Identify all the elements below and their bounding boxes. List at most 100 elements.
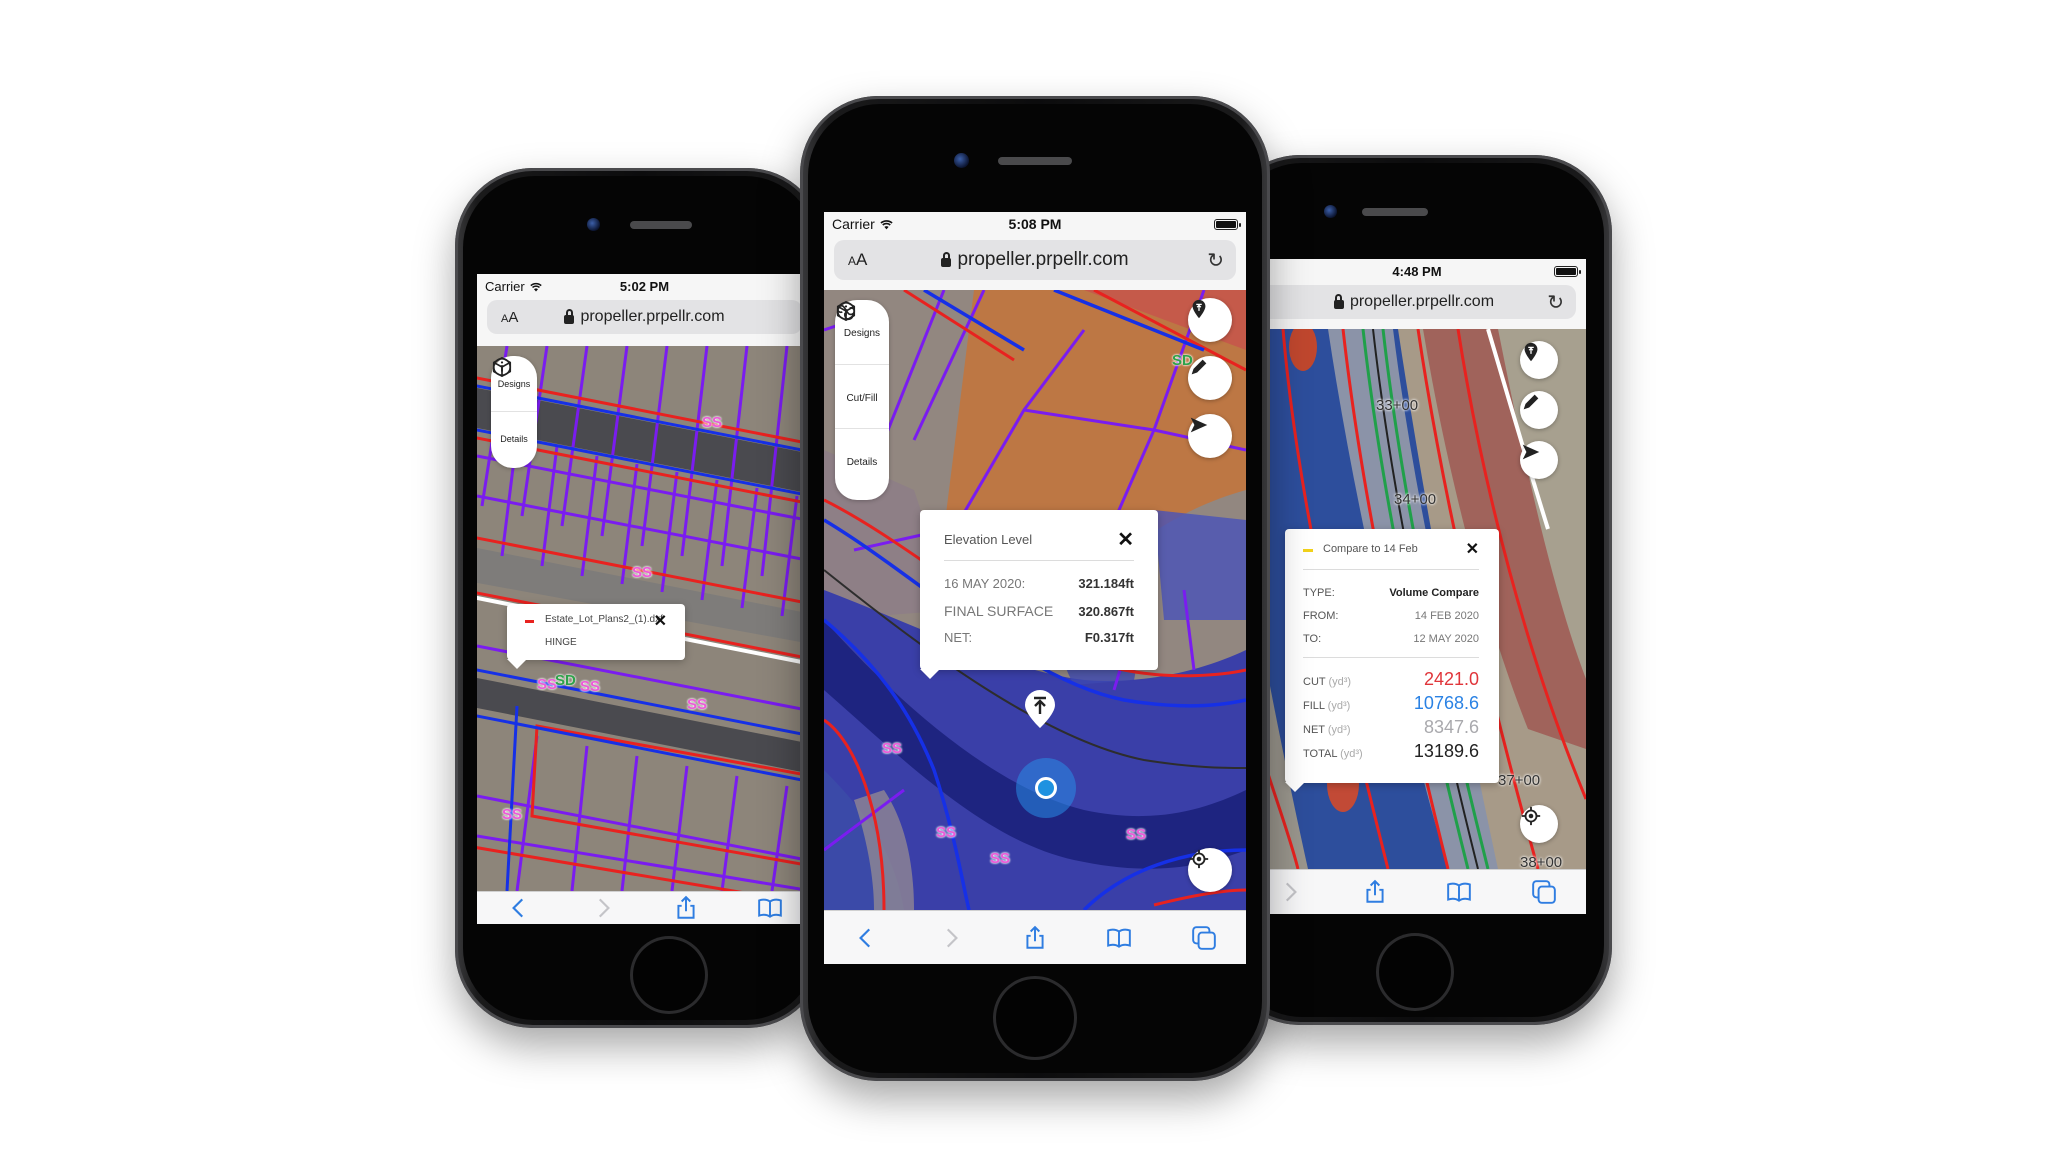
info-rows: TYPE: Volume Compare FROM: 14 FEB 2020 TO:… (1303, 587, 1479, 656)
compare-color-swatch (1303, 549, 1313, 552)
locate-me-button[interactable] (1188, 848, 1232, 892)
forward-button[interactable] (588, 893, 618, 923)
close-popup-button[interactable]: ✕ (654, 614, 667, 630)
reload-button[interactable]: ↻ (1547, 290, 1564, 315)
lock-icon (1333, 293, 1344, 309)
earpiece-speaker (1362, 208, 1428, 216)
user-location-dot (1035, 777, 1057, 799)
station-label: 34+00 (1394, 491, 1437, 508)
share-button[interactable] (671, 893, 701, 923)
reload-button[interactable]: ↻ (1207, 248, 1224, 273)
url-text: propeller.prpellr.com (580, 308, 725, 325)
left-screen: Carrier 5:02 PM AA propeller.prpellr.com (477, 274, 812, 924)
share-button[interactable] (1360, 877, 1390, 907)
safari-toolbar (477, 891, 812, 924)
front-camera (954, 153, 969, 168)
popup-title: Compare to 14 Feb (1323, 543, 1418, 555)
status-time: 5:08 PM (1008, 216, 1062, 232)
status-bar: Carrier 5:02 PM (477, 274, 812, 298)
map-label-ss: SS (580, 678, 601, 695)
chevron-right-icon (598, 898, 610, 918)
station-label: 38+00 (1520, 854, 1563, 869)
details-button[interactable]: Details (491, 357, 537, 466)
send-button[interactable] (1520, 441, 1558, 479)
cut-fill-label: Cut/Fill (846, 392, 878, 404)
map-pin-icon (1524, 342, 1538, 362)
right-screen: 4:48 PM propeller.prpellr.com ↻ 33+00 34… (1248, 259, 1586, 914)
home-button[interactable] (993, 976, 1077, 1060)
cut-fill-button[interactable]: Cut/Fill (835, 304, 889, 428)
phone-left: Carrier 5:02 PM AA propeller.prpellr.com (455, 168, 825, 1028)
locate-me-button[interactable] (1520, 805, 1558, 843)
text-size-button[interactable]: AA (848, 250, 867, 270)
bookmarks-button[interactable] (1104, 923, 1134, 953)
designs-label: Designs (497, 378, 531, 389)
elevation-marker-pin[interactable] (1023, 688, 1057, 730)
battery-icon (1214, 218, 1241, 230)
status-bar: 4:48 PM (1248, 259, 1586, 283)
bookmarks-button[interactable] (755, 893, 785, 923)
share-icon (1026, 925, 1044, 949)
back-button[interactable] (504, 893, 534, 923)
add-marker-button[interactable] (1520, 341, 1558, 379)
url-text: propeller.prpellr.com (957, 249, 1129, 270)
back-button[interactable] (851, 923, 881, 953)
send-icon (1522, 444, 1540, 460)
battery-icon (1554, 265, 1581, 277)
bookmarks-button[interactable] (1444, 877, 1474, 907)
url-bar[interactable]: AA propeller.prpellr.com ↻ (834, 240, 1236, 280)
add-marker-button[interactable] (1188, 298, 1232, 342)
info-icon (492, 357, 512, 377)
details-label: Details (846, 456, 878, 468)
popup-file-name: Estate_Lot_Plans2_(1).dxf (545, 614, 663, 625)
popup-layer-name: HINGE (545, 637, 577, 648)
book-icon (1107, 928, 1132, 948)
map-view[interactable]: SD SS SS SS SS Designs Cut/Fill Details … (824, 290, 1246, 910)
url-bar[interactable]: AA propeller.prpellr.com (487, 300, 802, 334)
phone-right: 4:48 PM propeller.prpellr.com ↻ 33+00 34… (1222, 155, 1612, 1025)
elevation-rows: 16 MAY 2020: 321.184ft FINAL SURFACE 320.8… (944, 576, 1134, 657)
crosshair-icon (1189, 849, 1209, 869)
send-button[interactable] (1188, 414, 1232, 458)
map-label-ss: SS (702, 414, 723, 431)
measure-button[interactable] (1188, 356, 1232, 400)
tabs-button[interactable] (1189, 923, 1219, 953)
map-label-ss: SS (502, 806, 523, 823)
share-icon (1366, 879, 1384, 903)
map-view[interactable]: SS SS SS SD SS SS SS Designs Details Est… (477, 346, 812, 891)
send-icon (1190, 417, 1208, 433)
elevation-row: 16 MAY 2020: 321.184ft (944, 576, 1134, 591)
elevation-popup: Elevation Level ✕ 16 MAY 2020: 321.184ft … (920, 510, 1158, 679)
details-label: Details (500, 434, 528, 444)
tabs-icon (1531, 880, 1556, 904)
carrier: Carrier (832, 216, 894, 232)
share-button[interactable] (1020, 923, 1050, 953)
info-row: FROM: 14 FEB 2020 (1303, 610, 1479, 622)
chevron-left-icon (511, 898, 523, 918)
map-view[interactable]: 33+00 34+00 37+00 38+00 Compare to 14 Fe… (1248, 329, 1586, 869)
url-bar[interactable]: propeller.prpellr.com ↻ (1252, 285, 1576, 319)
front-camera (587, 218, 600, 231)
forward-button[interactable] (1275, 877, 1305, 907)
center-screen: Carrier 5:08 PM AA propeller.prpellr.com… (824, 212, 1246, 964)
map-label-ss: SS (1126, 826, 1147, 843)
home-button[interactable] (630, 936, 708, 1014)
volume-compare-popup: Compare to 14 Feb ✕ TYPE: Volume Compare … (1285, 529, 1499, 792)
forward-button[interactable] (936, 923, 966, 953)
text-size-button[interactable]: AA (501, 309, 518, 326)
popup-title: Elevation Level (944, 532, 1033, 547)
marketing-stage: Carrier 5:02 PM AA propeller.prpellr.com (0, 0, 2048, 1161)
map-label-ss: SS (632, 564, 653, 581)
map-label-ss: SS (936, 824, 957, 841)
volume-row-cut: CUT (yd³) 2421.0 (1303, 669, 1479, 689)
earpiece-speaker (630, 221, 692, 229)
tabs-button[interactable] (1529, 877, 1559, 907)
details-button[interactable]: Details (835, 301, 889, 492)
elevation-row: FINAL SURFACE 320.867ft (944, 603, 1134, 619)
close-popup-button[interactable]: ✕ (1117, 530, 1134, 550)
home-button[interactable] (1376, 933, 1454, 1011)
measure-button[interactable] (1520, 391, 1558, 429)
carrier: Carrier (485, 279, 543, 294)
wifi-icon (880, 220, 893, 230)
close-popup-button[interactable]: ✕ (1466, 542, 1479, 558)
